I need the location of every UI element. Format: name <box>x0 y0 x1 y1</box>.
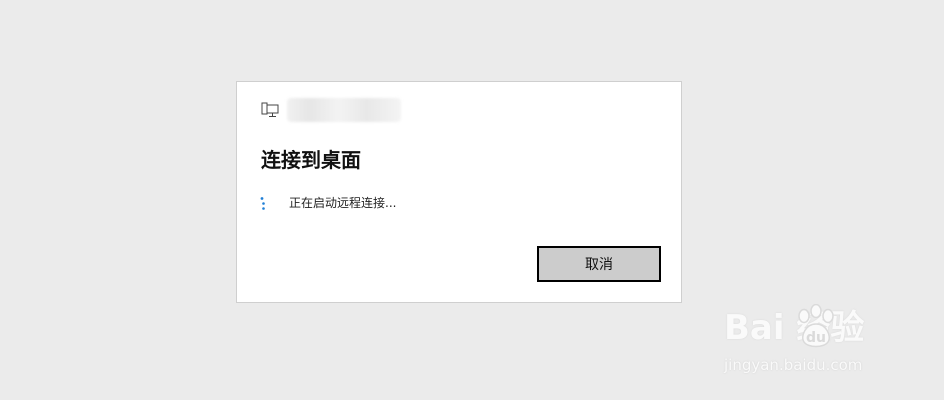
baidu-paw-icon: du <box>798 304 834 348</box>
status-text: 正在启动远程连接... <box>289 196 397 210</box>
host-name-redacted <box>287 98 401 122</box>
svg-text:du: du <box>806 330 826 346</box>
dialog-title: 连接到桌面 <box>261 148 361 172</box>
connect-dialog: 连接到桌面 正在启动远程连接... 取消 <box>236 81 682 303</box>
loading-spinner-icon <box>260 197 265 210</box>
watermark-url: jingyan.baidu.com <box>724 356 863 374</box>
baidu-watermark: Bai 经验 du jingyan.baidu.com <box>724 300 914 382</box>
cancel-button[interactable]: 取消 <box>537 246 661 282</box>
computer-icon <box>261 102 279 117</box>
